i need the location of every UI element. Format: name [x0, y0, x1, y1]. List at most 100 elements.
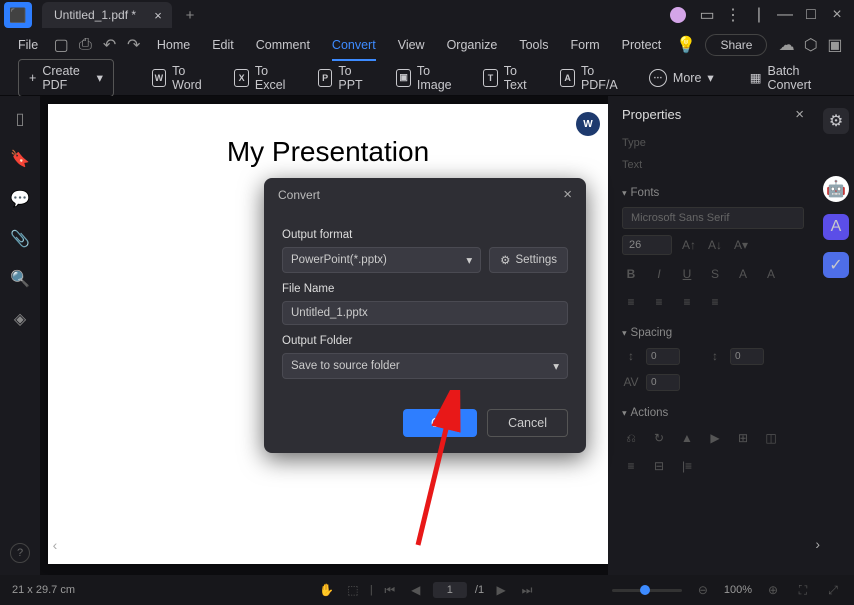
zoom-level[interactable]: 100%: [724, 584, 752, 596]
fit-page-icon[interactable]: ⛶: [794, 581, 812, 599]
para-spacing-input[interactable]: [730, 348, 764, 365]
select-tool-icon[interactable]: ⬚: [344, 581, 362, 599]
settings-button[interactable]: ⚙ Settings: [489, 247, 568, 273]
cancel-button[interactable]: Cancel: [487, 409, 568, 437]
action-9-icon[interactable]: |≡: [678, 457, 696, 475]
layers-icon[interactable]: ◈: [11, 310, 29, 328]
menu-edit[interactable]: Edit: [202, 34, 244, 56]
menu-home[interactable]: Home: [147, 34, 200, 56]
box-icon[interactable]: ▣: [824, 33, 846, 57]
close-panel-icon[interactable]: ×: [795, 106, 804, 123]
undo-icon[interactable]: ↶: [99, 33, 121, 57]
line-spacing-input[interactable]: [646, 348, 680, 365]
fullscreen-icon[interactable]: ⤢: [824, 581, 842, 599]
create-pdf-button[interactable]: +Create PDF▾: [18, 59, 114, 97]
action-2-icon[interactable]: ↻: [650, 429, 668, 447]
add-tab-button[interactable]: +: [180, 5, 200, 25]
file-menu[interactable]: File: [8, 34, 48, 56]
ai-chat-icon[interactable]: 🤖: [823, 176, 849, 202]
font-name-input[interactable]: [622, 207, 804, 229]
redo-icon[interactable]: ↷: [123, 33, 145, 57]
comments-icon[interactable]: 💬: [11, 190, 29, 208]
increase-font-icon[interactable]: A↑: [680, 236, 698, 254]
menu-tools[interactable]: Tools: [509, 34, 558, 56]
action-5-icon[interactable]: ⊞: [734, 429, 752, 447]
last-page-icon[interactable]: ⏭: [518, 581, 536, 599]
next-page-icon[interactable]: ▶: [492, 581, 510, 599]
maximize-icon[interactable]: □: [800, 4, 822, 26]
align-right-icon[interactable]: ≡: [678, 293, 696, 311]
prev-page-chevron[interactable]: ‹: [46, 536, 64, 554]
action-8-icon[interactable]: ⊟: [650, 457, 668, 475]
action-4-icon[interactable]: ▶: [706, 429, 724, 447]
font-color-icon[interactable]: A▾: [732, 236, 750, 254]
underline-icon[interactable]: U: [678, 265, 696, 283]
to-ppt-button[interactable]: PTo PPT: [310, 60, 378, 96]
share-button[interactable]: Share: [705, 34, 767, 56]
user-avatar[interactable]: [670, 7, 686, 23]
cloud-download-icon[interactable]: ⬡: [800, 33, 822, 57]
hand-tool-icon[interactable]: ✋: [318, 581, 336, 599]
close-dialog-icon[interactable]: ×: [563, 186, 572, 203]
document-tab[interactable]: Untitled_1.pdf * ×: [42, 2, 172, 28]
more-button[interactable]: ⋯More▾: [641, 65, 722, 91]
char-spacing-input[interactable]: [646, 374, 680, 391]
action-7-icon[interactable]: ≡: [622, 457, 640, 475]
first-page-icon[interactable]: ⏮: [381, 581, 399, 599]
help-icon[interactable]: ?: [10, 543, 30, 563]
batch-convert-button[interactable]: ▦Batch Convert: [742, 60, 836, 96]
action-1-icon[interactable]: ⎌: [622, 429, 640, 447]
output-format-select[interactable]: PowerPoint(*.pptx) ▾: [282, 247, 481, 273]
settings-sliders-icon[interactable]: ⚙: [823, 108, 849, 134]
kebab-menu-icon[interactable]: ⋮: [722, 4, 744, 26]
zoom-out-icon[interactable]: ⊖: [694, 581, 712, 599]
zoom-slider[interactable]: [612, 589, 682, 592]
menu-form[interactable]: Form: [561, 34, 610, 56]
prev-page-icon[interactable]: ◀: [407, 581, 425, 599]
menu-protect[interactable]: Protect: [612, 34, 672, 56]
bold-icon[interactable]: B: [622, 265, 640, 283]
check-badge-icon[interactable]: ✓: [823, 252, 849, 278]
cloud-upload-icon[interactable]: ☁: [775, 33, 797, 57]
bookmarks-icon[interactable]: 🔖: [11, 150, 29, 168]
char-spacing-icon: AV: [622, 373, 640, 391]
to-excel-button[interactable]: XTo Excel: [226, 60, 300, 96]
close-tab-icon[interactable]: ×: [150, 7, 166, 23]
to-word-button[interactable]: WTo Word: [144, 60, 217, 96]
superscript-icon[interactable]: A: [734, 265, 752, 283]
lightbulb-icon[interactable]: 💡: [675, 33, 697, 57]
font-size-input[interactable]: [622, 235, 672, 255]
action-6-icon[interactable]: ◫: [762, 429, 780, 447]
align-justify-icon[interactable]: ≡: [706, 293, 724, 311]
ok-button[interactable]: OK: [403, 409, 477, 437]
to-pdfa-button[interactable]: ATo PDF/A: [552, 60, 631, 96]
open-icon[interactable]: ▢: [50, 33, 72, 57]
output-folder-select[interactable]: Save to source folder ▾: [282, 353, 568, 379]
attachments-icon[interactable]: 📎: [11, 230, 29, 248]
menu-organize[interactable]: Organize: [437, 34, 508, 56]
strikethrough-icon[interactable]: S: [706, 265, 724, 283]
print-icon[interactable]: ⎙: [74, 33, 96, 57]
decrease-font-icon[interactable]: A↓: [706, 236, 724, 254]
zoom-thumb[interactable]: [640, 585, 650, 595]
to-text-button[interactable]: TTo Text: [475, 60, 542, 96]
file-name-input[interactable]: [282, 301, 568, 325]
menu-view[interactable]: View: [388, 34, 435, 56]
zoom-in-icon[interactable]: ⊕: [764, 581, 782, 599]
current-page[interactable]: 1: [447, 584, 453, 596]
search-icon[interactable]: 🔍: [11, 270, 29, 288]
ai-badge-icon[interactable]: A: [823, 214, 849, 240]
close-window-icon[interactable]: ×: [826, 4, 848, 26]
align-left-icon[interactable]: ≡: [622, 293, 640, 311]
minimize-icon[interactable]: —: [774, 4, 796, 26]
italic-icon[interactable]: I: [650, 265, 668, 283]
to-image-button[interactable]: ▣To Image: [388, 60, 465, 96]
menu-convert[interactable]: Convert: [322, 34, 386, 56]
next-chevron-icon[interactable]: ›: [815, 536, 820, 552]
thumbnails-icon[interactable]: ▯: [11, 110, 29, 128]
action-3-icon[interactable]: ▲: [678, 429, 696, 447]
align-center-icon[interactable]: ≡: [650, 293, 668, 311]
subscript-icon[interactable]: A: [762, 265, 780, 283]
comment-icon[interactable]: ▭: [696, 4, 718, 26]
menu-comment[interactable]: Comment: [246, 34, 320, 56]
